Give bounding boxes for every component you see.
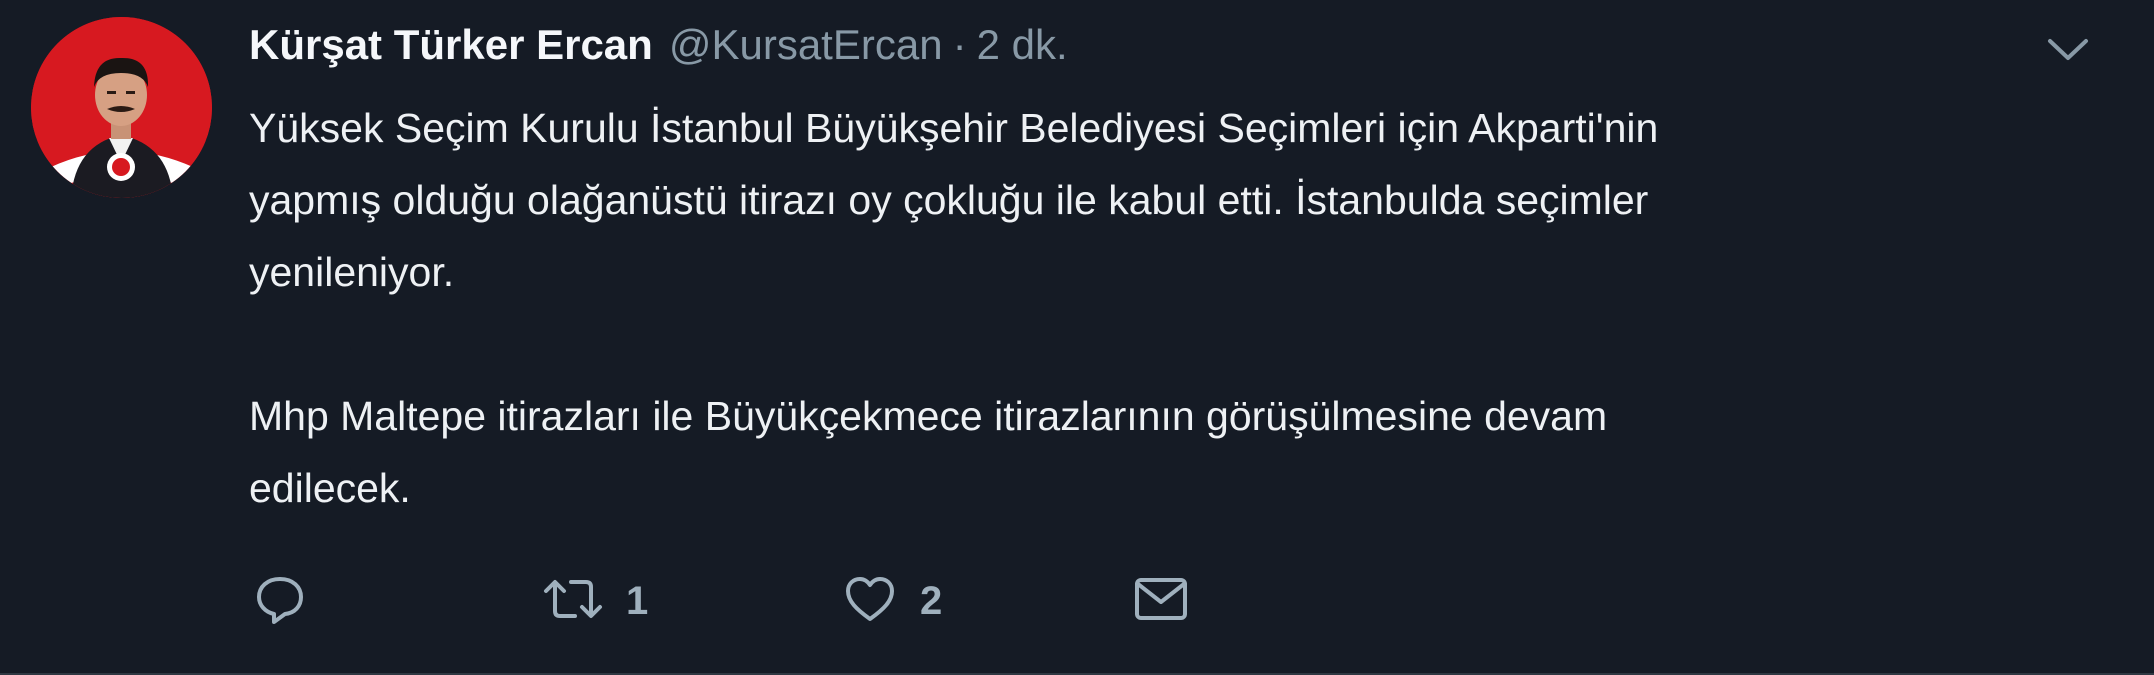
- retweet-button[interactable]: 1: [542, 571, 842, 632]
- tweet-header: Kürşat Türker Ercan @KursatErcan · 2 dk.: [249, 20, 1068, 70]
- tweet-card[interactable]: Kürşat Türker Ercan @KursatErcan · 2 dk.…: [0, 0, 2154, 675]
- retweet-icon: [542, 571, 604, 632]
- header-separator: ·: [952, 21, 967, 68]
- chevron-down-icon[interactable]: [2038, 30, 2098, 70]
- reply-button[interactable]: [252, 571, 542, 632]
- retweet-count: 1: [626, 578, 649, 623]
- tweet-text-line: Mhp Maltepe itirazları ile Büyükçekmece …: [249, 393, 1608, 439]
- direct-message-button[interactable]: [1132, 574, 1202, 629]
- tweet-text: Yüksek Seçim Kurulu İstanbul Büyükşehir …: [249, 92, 2049, 524]
- author-handle[interactable]: @KursatErcan: [669, 21, 943, 69]
- author-name[interactable]: Kürşat Türker Ercan: [249, 21, 653, 69]
- envelope-icon: [1132, 574, 1190, 629]
- heart-icon: [842, 571, 898, 632]
- tweet-text-line: edilecek.: [249, 465, 411, 511]
- tweet-actions: 1 2: [252, 566, 1202, 636]
- tweet-text-line: Yüksek Seçim Kurulu İstanbul Büyükşehir …: [249, 105, 1659, 151]
- tweet-timestamp[interactable]: 2 dk.: [977, 21, 1068, 69]
- avatar[interactable]: [31, 17, 212, 198]
- tweet-text-line: yapmış olduğu olağanüstü itirazı oy çokl…: [249, 177, 1649, 223]
- like-button[interactable]: 2: [842, 571, 1132, 632]
- like-count: 2: [920, 578, 943, 623]
- reply-icon: [252, 571, 308, 632]
- tweet-text-line: yenileniyor.: [249, 249, 455, 295]
